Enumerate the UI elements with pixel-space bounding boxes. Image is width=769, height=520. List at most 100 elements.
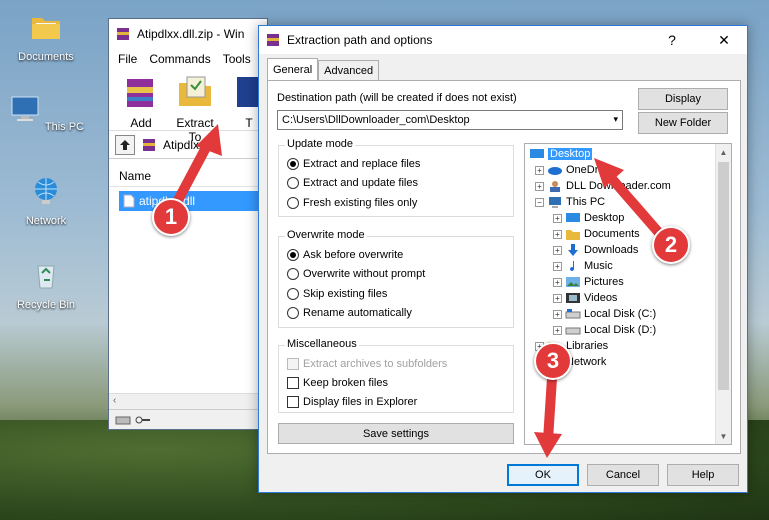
option-label: Keep broken files (303, 377, 388, 389)
menu-file[interactable]: File (118, 52, 137, 66)
tree-node-music[interactable]: + Music (553, 258, 613, 274)
tree-node-videos[interactable]: + Videos (553, 290, 617, 306)
expand-icon[interactable]: + (553, 277, 562, 287)
annotation-badge-2: 2 (652, 226, 690, 264)
tree-label: Documents (584, 228, 640, 240)
chevron-down-icon[interactable]: ▾ (613, 114, 618, 125)
radio-icon[interactable] (287, 197, 299, 209)
desktop-icon-label: Network (25, 215, 67, 227)
option-label: Fresh existing files only (303, 197, 418, 209)
check-extract-to-subfolders[interactable]: Extract archives to subfolders (287, 358, 447, 370)
tree-node-pc-desktop[interactable]: + Desktop (553, 210, 624, 226)
menu-commands[interactable]: Commands (149, 52, 210, 66)
radio-extract-update[interactable]: Extract and update files (287, 177, 418, 189)
file-row-selected[interactable]: atipdlxx.dll (119, 191, 259, 211)
option-label: Extract and replace files (303, 158, 421, 170)
checkbox-icon[interactable] (287, 377, 299, 389)
radio-icon[interactable] (287, 158, 299, 170)
dll-file-icon (123, 194, 135, 208)
computer-icon (11, 96, 39, 121)
add-button[interactable]: Add (119, 73, 163, 130)
overwrite-mode-title: Overwrite mode (285, 229, 367, 241)
option-label: Rename automatically (303, 307, 412, 319)
tree-label: Libraries (566, 340, 609, 352)
extract-to-button[interactable]: Extract To (173, 73, 217, 144)
radio-fresh-existing[interactable]: Fresh existing files only (287, 197, 417, 209)
expand-icon[interactable]: + (553, 261, 562, 271)
scroll-up-icon[interactable]: ▲ (716, 144, 731, 160)
radio-skip-existing[interactable]: Skip existing files (287, 288, 387, 300)
tree-node-downloads[interactable]: + Downloads (553, 242, 638, 258)
desktop-icon-this-pc[interactable]: This PC (8, 92, 84, 133)
expand-icon[interactable]: + (535, 181, 544, 191)
tree-node-dll-downloader[interactable]: + DLL Downloader.com (535, 178, 671, 194)
tree-node-pictures[interactable]: + Pictures (553, 274, 624, 290)
tab-advanced[interactable]: Advanced (318, 60, 380, 80)
winrar-titlebar[interactable]: Atipdlxx.dll.zip - Win (109, 19, 267, 49)
new-folder-button[interactable]: New Folder (638, 112, 728, 134)
desktop-icon-network[interactable]: Network (8, 174, 84, 227)
desktop-icon (566, 213, 580, 222)
radio-icon[interactable] (287, 268, 299, 280)
pictures-icon (566, 277, 580, 287)
expand-icon[interactable]: + (553, 213, 562, 223)
radio-icon[interactable] (287, 307, 299, 319)
music-note-icon (570, 261, 575, 272)
tab-general[interactable]: General (267, 58, 319, 80)
ok-button[interactable]: OK (507, 464, 579, 486)
computer-icon (549, 197, 561, 208)
radio-overwrite-without-prompt[interactable]: Overwrite without prompt (287, 268, 425, 280)
radio-ask-before-overwrite[interactable]: Ask before overwrite (287, 249, 403, 261)
expand-icon[interactable]: + (553, 325, 562, 335)
file-list-header[interactable]: Name (109, 165, 267, 187)
expand-icon[interactable]: + (553, 293, 562, 303)
destination-path-input[interactable]: C:\Users\DllDownloader_com\Desktop ▾ (277, 110, 623, 130)
tree-node-onedrive[interactable]: + OneDrive (535, 162, 612, 178)
winrar-statusbar (109, 409, 267, 429)
desktop-icon-recycle-bin[interactable]: Recycle Bin (8, 258, 84, 311)
radio-icon[interactable] (287, 177, 299, 189)
save-settings-button[interactable]: Save settings (278, 423, 514, 444)
scroll-left-icon[interactable]: ‹ (113, 395, 116, 406)
folder-tree[interactable]: Desktop + OneDrive + DLL Downloader.com … (524, 143, 732, 445)
desktop-icon-documents[interactable]: Documents (8, 10, 84, 63)
radio-rename-automatically[interactable]: Rename automatically (287, 307, 412, 319)
tree-vertical-scrollbar[interactable]: ▲ ▼ (715, 144, 731, 444)
tree-node-this-pc[interactable]: − This PC (535, 194, 605, 210)
winrar-title: Atipdlxx.dll.zip - Win (137, 27, 245, 41)
winrar-menubar: File Commands Tools (109, 49, 267, 69)
scroll-thumb[interactable] (718, 162, 729, 390)
cancel-button[interactable]: Cancel (587, 464, 659, 486)
miscellaneous-group: Miscellaneous Extract archives to subfol… (278, 338, 514, 413)
help-button[interactable]: Help (667, 464, 739, 486)
column-name[interactable]: Name (119, 169, 151, 183)
archive-path: Atipdlxx.dll (163, 137, 221, 152)
radio-icon[interactable] (287, 288, 299, 300)
expand-icon[interactable]: + (553, 309, 562, 319)
expand-icon[interactable]: + (553, 229, 562, 239)
checkbox-icon[interactable] (287, 358, 299, 370)
up-folder-button[interactable] (115, 134, 135, 155)
add-label: Add (130, 116, 152, 130)
radio-icon[interactable] (287, 249, 299, 261)
close-icon[interactable]: ✕ (701, 26, 747, 54)
check-display-in-explorer[interactable]: Display files in Explorer (287, 396, 417, 408)
tree-node-local-disk-d[interactable]: + Local Disk (D:) (553, 322, 656, 338)
scroll-down-icon[interactable]: ▼ (716, 428, 731, 444)
tree-node-desktop[interactable]: Desktop (529, 146, 593, 162)
expand-icon[interactable]: + (553, 245, 562, 255)
display-button[interactable]: Display (638, 88, 728, 110)
dialog-titlebar[interactable]: Extraction path and options ? ✕ (259, 26, 747, 54)
help-icon[interactable]: ? (649, 26, 695, 54)
check-keep-broken-files[interactable]: Keep broken files (287, 377, 388, 389)
radio-extract-replace[interactable]: Extract and replace files (287, 158, 420, 170)
expand-icon[interactable]: + (535, 165, 544, 175)
menu-tools[interactable]: Tools (223, 52, 251, 66)
tree-node-documents[interactable]: + Documents (553, 226, 640, 242)
horizontal-scrollbar[interactable]: ‹ (109, 393, 267, 409)
collapse-icon[interactable]: − (535, 197, 544, 207)
tree-node-local-disk-c[interactable]: + Local Disk (C:) (553, 306, 656, 322)
checkbox-icon[interactable] (287, 396, 299, 408)
miscellaneous-title: Miscellaneous (285, 338, 359, 350)
cloud-icon (548, 167, 562, 175)
